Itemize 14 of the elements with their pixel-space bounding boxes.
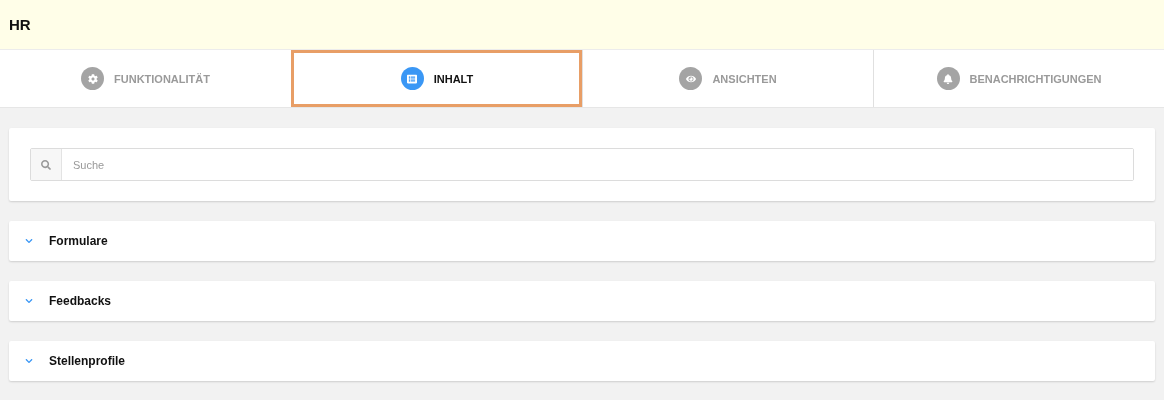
list-icon <box>400 67 424 90</box>
search-field[interactable]: Suche <box>30 148 1134 181</box>
section-title: Stellenprofile <box>49 354 125 368</box>
bell-icon <box>936 67 960 90</box>
tab[interactable]: INHALT <box>291 50 582 107</box>
search-icon <box>31 149 62 180</box>
section-header[interactable]: Stellenprofile <box>9 341 1155 381</box>
section-header[interactable]: Formulare <box>9 221 1155 261</box>
section-title: Feedbacks <box>49 294 112 308</box>
gear-icon <box>81 67 105 90</box>
page-title: HR <box>9 16 31 33</box>
eye-icon <box>679 67 703 90</box>
section-header[interactable]: Feedbacks <box>9 281 1155 321</box>
section-title: Formulare <box>49 234 108 248</box>
